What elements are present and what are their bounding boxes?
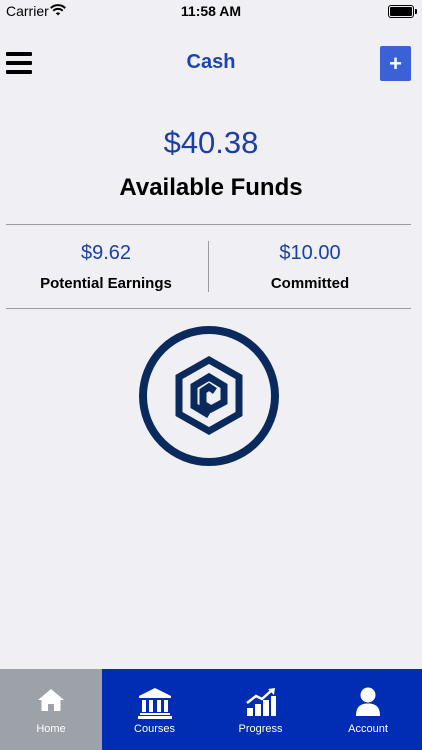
committed: $10.00 Committed: [206, 242, 414, 302]
brand-logo: [139, 326, 279, 466]
add-funds-button[interactable]: +: [380, 46, 411, 81]
battery-icon: [388, 5, 417, 18]
tab-courses[interactable]: Courses: [102, 669, 207, 750]
potential-earnings: $9.62 Potential Earnings: [2, 242, 210, 302]
potential-earnings-label: Potential Earnings: [40, 275, 172, 292]
tab-account[interactable]: Account: [314, 669, 422, 750]
tab-label: Home: [36, 723, 66, 735]
status-time: 11:58 AM: [180, 3, 242, 19]
committed-value: $10.00: [279, 242, 341, 264]
available-funds-amount: $40.38: [163, 125, 259, 160]
status-bar: Carrier 11:58 AM: [0, 0, 422, 22]
page-title: Cash: [186, 51, 236, 73]
user-icon: [356, 687, 380, 716]
tab-label: Courses: [134, 723, 175, 735]
bank-icon: [137, 688, 172, 719]
tab-home[interactable]: Home: [0, 669, 102, 750]
tab-label: Account: [348, 723, 388, 735]
committed-label: Committed: [270, 275, 350, 292]
chart-icon: [245, 688, 276, 716]
tab-progress[interactable]: Progress: [207, 669, 314, 750]
navigation-bar: Cash +: [0, 22, 422, 104]
divider: [6, 224, 411, 225]
potential-earnings-value: $9.62: [80, 242, 132, 264]
home-icon: [38, 689, 64, 711]
tab-bar: Home Courses Progress Account: [0, 669, 422, 750]
divider: [6, 308, 411, 309]
tab-label: Progress: [238, 723, 283, 735]
available-funds-label: Available Funds: [119, 174, 303, 201]
